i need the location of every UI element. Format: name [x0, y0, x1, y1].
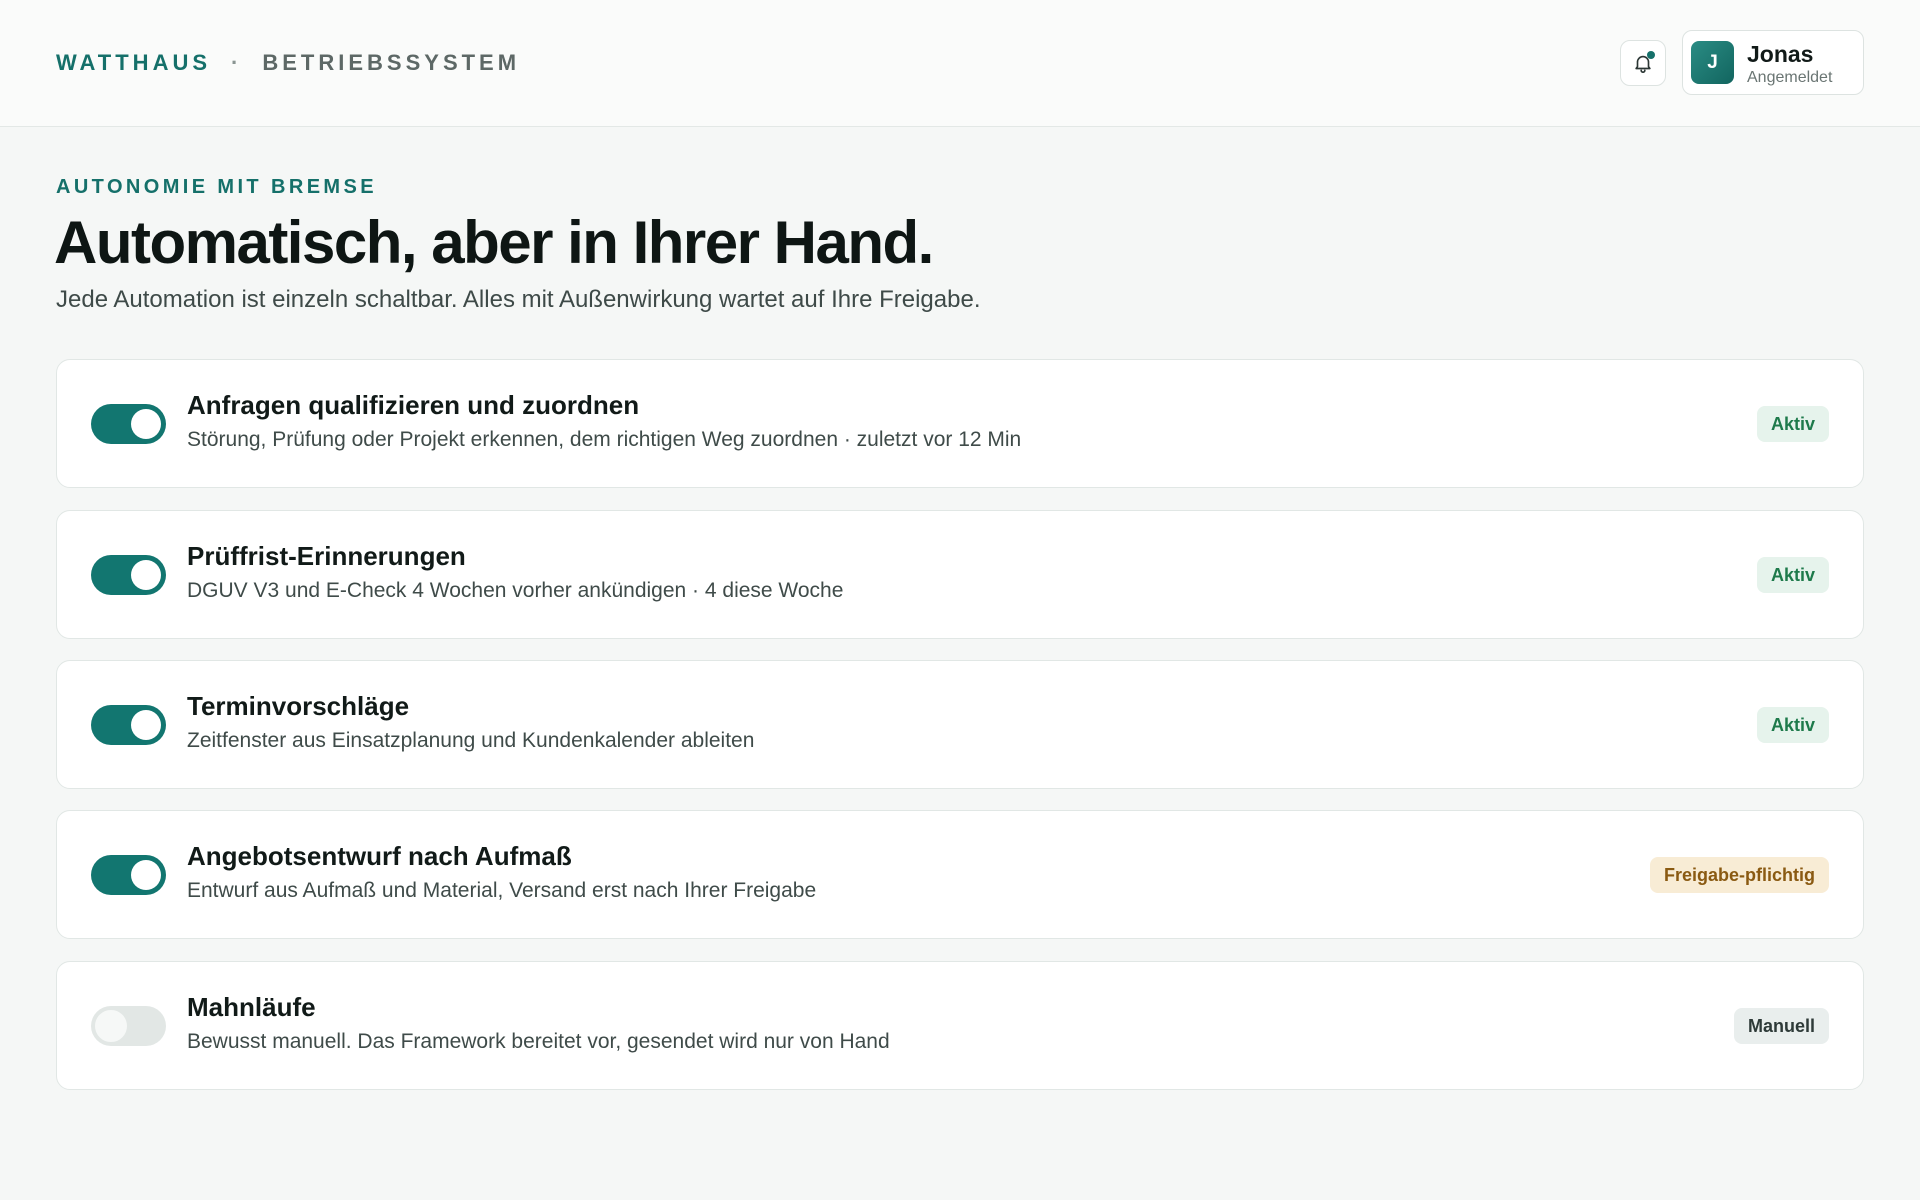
toggle-knob	[131, 860, 161, 890]
automation-title: Prüffrist-Erinnerungen	[187, 541, 466, 571]
page-title: Automatisch, aber in Ihrer Hand.	[54, 209, 934, 276]
user-status: Angemeldet	[1747, 69, 1833, 86]
automation-description: Bewusst manuell. Das Framework bereitet …	[187, 1030, 890, 1053]
automation-description: Zeitfenster aus Einsatzplanung und Kunde…	[187, 729, 755, 752]
automation-card-termine: Terminvorschläge Zeitfenster aus Einsatz…	[56, 660, 1864, 789]
toggle-knob	[94, 1009, 128, 1043]
automation-description: Entwurf aus Aufmaß und Material, Versand…	[187, 879, 817, 902]
brand: WATTHAUS · BETRIEBSSYSTEM	[56, 50, 520, 76]
automation-toggle[interactable]	[91, 1006, 166, 1046]
toggle-knob	[131, 560, 161, 590]
section-eyebrow: AUTONOMIE MIT BREMSE	[56, 176, 377, 198]
status-badge: Aktiv	[1756, 406, 1829, 442]
automation-toggle[interactable]	[91, 705, 166, 745]
user-name: Jonas	[1747, 41, 1814, 67]
automation-card-prueffrist: Prüffrist-Erinnerungen DGUV V3 und E-Che…	[56, 510, 1864, 639]
status-badge: Manuell	[1733, 1008, 1829, 1044]
automation-title: Terminvorschläge	[187, 691, 410, 721]
brand-name: WATTHAUS	[56, 50, 212, 75]
status-badge: Aktiv	[1756, 557, 1829, 593]
notification-dot	[1647, 51, 1655, 59]
status-badge: Aktiv	[1756, 707, 1829, 743]
automation-toggle[interactable]	[91, 855, 166, 895]
avatar: J	[1691, 41, 1734, 84]
status-badge: Freigabe-pflichtig	[1649, 857, 1829, 893]
automation-title: Mahnläufe	[187, 992, 316, 1022]
automation-description: DGUV V3 und E-Check 4 Wochen vorher ankü…	[187, 579, 844, 602]
page-subtitle: Jede Automation ist einzeln schaltbar. A…	[56, 286, 981, 313]
automation-card-anfragen: Anfragen qualifizieren und zuordnen Stör…	[56, 359, 1864, 488]
brand-separator: ·	[231, 50, 243, 75]
user-menu[interactable]: J Jonas Angemeldet	[1682, 30, 1864, 95]
notifications-button[interactable]	[1620, 40, 1666, 86]
automation-title: Anfragen qualifizieren und zuordnen	[187, 390, 640, 420]
automation-card-mahnlaeufe: Mahnläufe Bewusst manuell. Das Framework…	[56, 961, 1864, 1090]
toggle-knob	[131, 409, 161, 439]
top-bar: WATTHAUS · BETRIEBSSYSTEM J Jonas Angeme…	[0, 0, 1920, 127]
automation-toggle[interactable]	[91, 404, 166, 444]
automation-card-angebot: Angebotsentwurf nach Aufmaß Entwurf aus …	[56, 810, 1864, 939]
automation-description: Störung, Prüfung oder Projekt erkennen, …	[187, 428, 1022, 451]
automation-title: Angebotsentwurf nach Aufmaß	[187, 841, 572, 871]
automation-toggle[interactable]	[91, 555, 166, 595]
toggle-knob	[131, 710, 161, 740]
brand-subtitle: BETRIEBSSYSTEM	[262, 50, 521, 75]
